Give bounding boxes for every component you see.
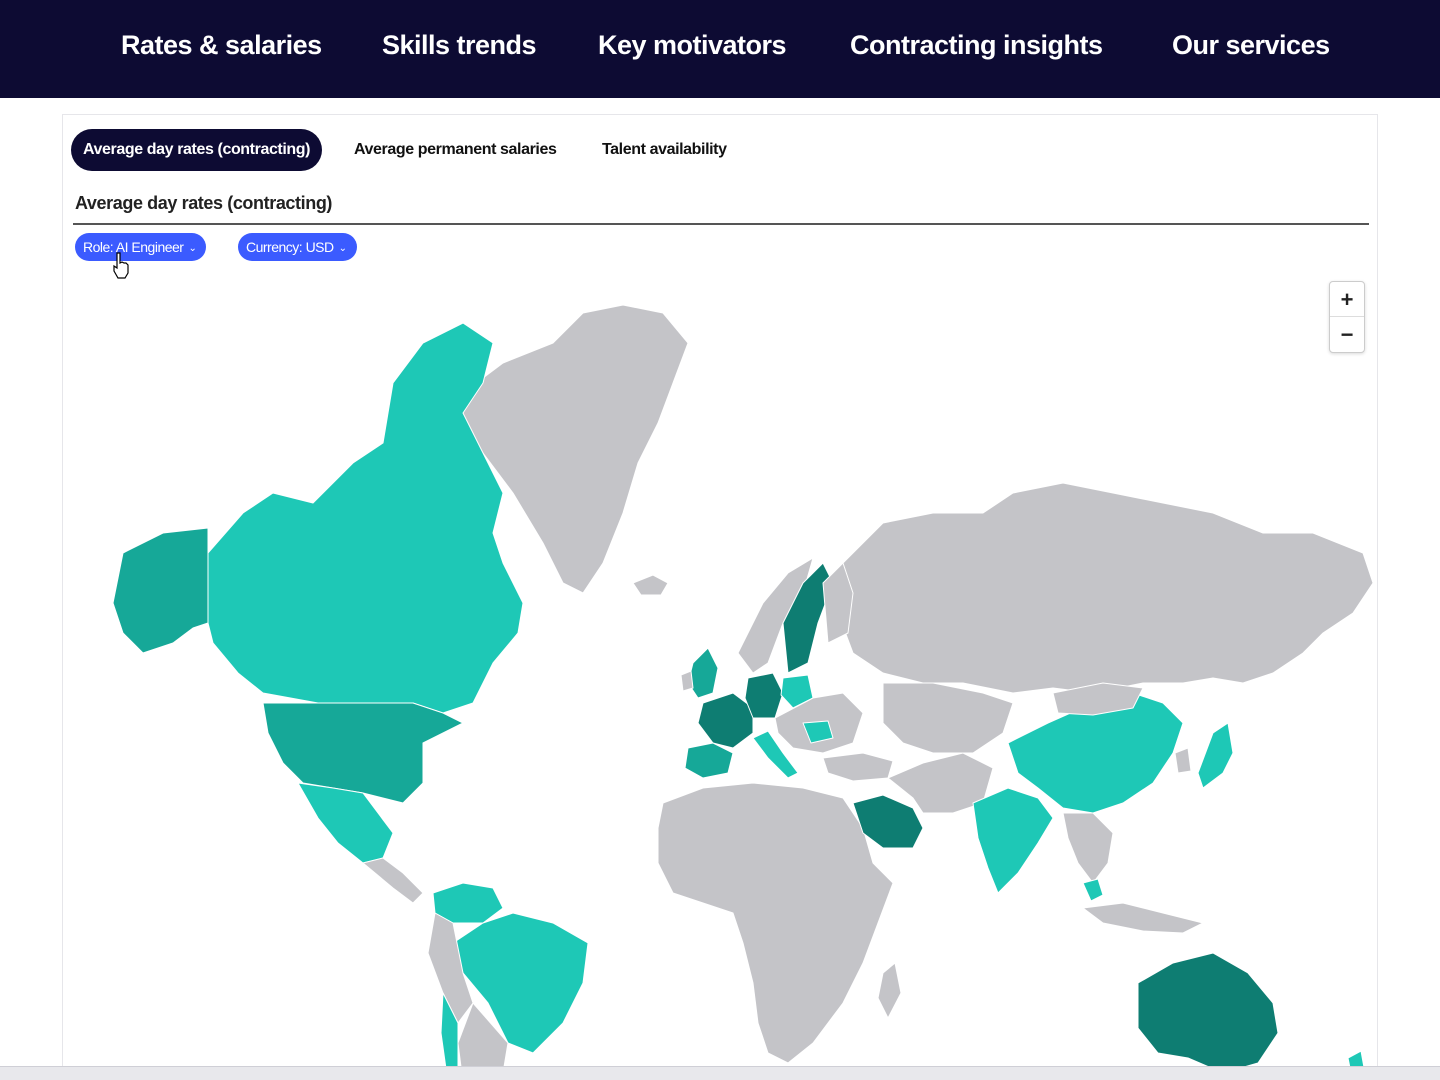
chevron-down-icon: ⌄ — [188, 243, 197, 254]
tab-average-day-rates[interactable]: Average day rates (contracting) — [71, 129, 323, 171]
nav-skills-trends[interactable]: Skills trends — [382, 30, 537, 61]
region-southeast-asia[interactable] — [1062, 812, 1114, 884]
tab-talent-availability[interactable]: Talent availability — [602, 129, 727, 171]
country-korea[interactable] — [1174, 747, 1192, 774]
country-russia[interactable] — [837, 482, 1374, 694]
country-uk[interactable] — [687, 647, 719, 699]
region-central-america[interactable] — [362, 857, 424, 904]
country-turkey[interactable] — [822, 752, 894, 782]
currency-filter-label: Currency: USD — [246, 239, 334, 255]
country-usa[interactable] — [262, 702, 464, 804]
nav-key-motivators[interactable]: Key motivators — [598, 30, 787, 61]
country-colombia[interactable] — [432, 882, 504, 924]
nav-rates-salaries[interactable]: Rates & salaries — [121, 30, 322, 61]
section-divider — [73, 223, 1369, 225]
country-germany[interactable] — [744, 672, 784, 719]
map-panel: Average day rates (contracting) Average … — [62, 114, 1378, 1080]
country-spain[interactable] — [684, 742, 734, 779]
country-japan[interactable] — [1197, 722, 1234, 789]
section-title: Average day rates (contracting) — [75, 193, 333, 213]
country-india[interactable] — [972, 787, 1054, 894]
country-madagascar[interactable] — [877, 962, 902, 1019]
region-indonesia[interactable] — [1082, 902, 1204, 934]
role-filter-dropdown[interactable]: Role: AI Engineer ⌄ — [75, 233, 207, 261]
hand-cursor-icon — [113, 252, 129, 279]
country-france[interactable] — [697, 692, 754, 749]
role-filter-label: Role: AI Engineer — [83, 239, 184, 255]
country-iceland[interactable] — [632, 574, 669, 596]
country-ireland[interactable] — [680, 670, 694, 692]
country-alaska[interactable] — [112, 527, 209, 654]
country-canada[interactable] — [207, 322, 524, 714]
country-malaysia[interactable] — [1082, 878, 1104, 902]
region-central-asia[interactable] — [882, 682, 1014, 754]
chevron-down-icon: ⌄ — [338, 243, 347, 254]
top-navigation: Rates & salaries Skills trends Key motiv… — [0, 0, 1440, 98]
tab-average-permanent-salaries[interactable]: Average permanent salaries — [354, 129, 557, 171]
currency-filter-dropdown[interactable]: Currency: USD ⌄ — [238, 233, 357, 261]
browser-bottom-bar — [0, 1066, 1440, 1080]
nav-our-services[interactable]: Our services — [1172, 30, 1330, 61]
country-australia[interactable] — [1137, 952, 1279, 1074]
world-map[interactable] — [63, 283, 1378, 1080]
nav-contracting-insights[interactable]: Contracting insights — [850, 30, 1103, 61]
region-africa[interactable] — [657, 782, 894, 1064]
